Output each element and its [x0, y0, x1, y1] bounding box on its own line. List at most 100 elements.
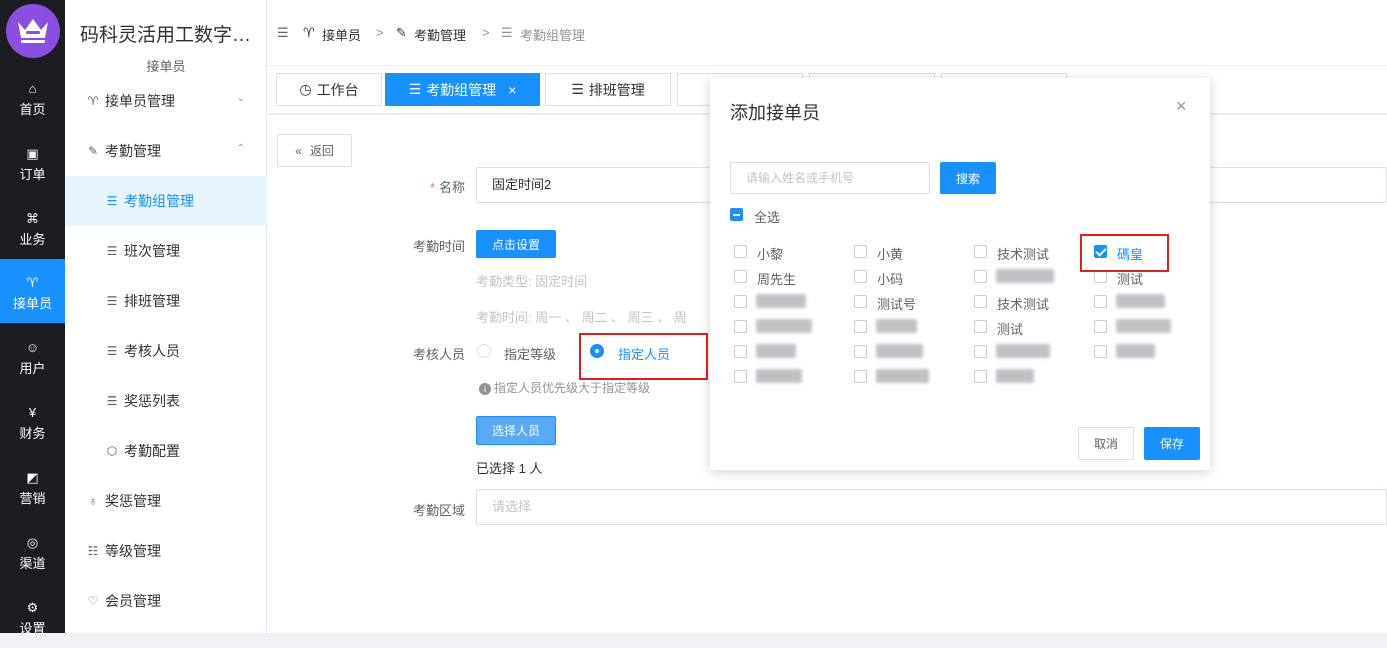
- user-icon: ☺: [25, 340, 40, 355]
- back-button[interactable]: « 返回: [277, 134, 352, 167]
- close-icon[interactable]: ×: [1176, 96, 1187, 117]
- required-mark: *: [429, 180, 435, 195]
- cancel-button[interactable]: 取消: [1078, 427, 1134, 460]
- blurred-name: [756, 319, 812, 333]
- menu-schedule-management[interactable]: ☰ 排班管理: [65, 276, 267, 326]
- rail-item-marketing[interactable]: ◩ 营销: [0, 454, 65, 518]
- person-checkbox[interactable]: [1094, 345, 1107, 358]
- area-select[interactable]: 请选择: [476, 489, 1387, 525]
- rail-item-finance[interactable]: ¥ 财务: [0, 389, 65, 453]
- rail-item-channel[interactable]: ◎ 渠道: [0, 519, 65, 583]
- blurred-name: [1116, 344, 1155, 358]
- select-all-label[interactable]: 全选: [754, 207, 780, 226]
- breadcrumb-item-attendance[interactable]: 考勤管理: [414, 25, 466, 44]
- person-label[interactable]: 测试: [997, 319, 1023, 338]
- person-checkbox[interactable]: [854, 320, 867, 333]
- menu-member-management[interactable]: ♡ 会员管理: [65, 576, 267, 626]
- person-checkbox[interactable]: [974, 295, 987, 308]
- person-checkbox[interactable]: [854, 370, 867, 383]
- rail-item-users[interactable]: ☺ 用户: [0, 324, 65, 388]
- person-checkbox[interactable]: [734, 345, 747, 358]
- tab-attendance-group[interactable]: ☰ 考勤组管理 ×: [385, 73, 540, 106]
- home-icon: ⌂: [28, 81, 37, 96]
- rail-label: 财务: [19, 426, 46, 441]
- blurred-name: [876, 319, 917, 333]
- label-text: 名称: [438, 180, 465, 195]
- list-icon: ☰: [408, 81, 422, 97]
- person-checkbox[interactable]: [974, 245, 987, 258]
- clock-icon: ◷: [299, 81, 312, 97]
- person-checkbox[interactable]: [974, 345, 987, 358]
- rail-label: 设置: [19, 621, 46, 636]
- tab-schedule[interactable]: ☰ 排班管理: [545, 73, 671, 106]
- person-checkbox[interactable]: [854, 295, 867, 308]
- rail-item-riders[interactable]: ♈ 接单员: [0, 259, 65, 323]
- save-button[interactable]: 保存: [1144, 427, 1200, 460]
- menu-reward-management[interactable]: ♁ 奖惩管理: [65, 476, 267, 526]
- search-button[interactable]: 搜索: [940, 162, 996, 194]
- list-icon: ☰: [106, 194, 118, 208]
- choose-staff-button[interactable]: 选择人员: [476, 416, 556, 445]
- menu-level-management[interactable]: ☷ 等级管理: [65, 526, 267, 576]
- area-label: 考勤区域: [412, 503, 465, 518]
- double-left-icon: «: [295, 143, 302, 158]
- person-checkbox[interactable]: [854, 270, 867, 283]
- person-checkbox[interactable]: [974, 320, 987, 333]
- breadcrumb-item-riders[interactable]: 接单员: [322, 25, 361, 44]
- person-checkbox[interactable]: [734, 295, 747, 308]
- rail-label: 业务: [19, 232, 46, 247]
- tab-dashboard[interactable]: ◷ 工作台: [276, 73, 382, 106]
- rail-item-business[interactable]: ⌘ 业务: [0, 195, 65, 259]
- rail-item-orders[interactable]: ▣ 订单: [0, 130, 65, 194]
- attendance-type-text: 考勤类型: 固定时间: [476, 274, 588, 289]
- blurred-name: [996, 269, 1054, 283]
- person-label[interactable]: 技术测试: [997, 244, 1049, 263]
- person-label[interactable]: 测试号: [877, 294, 916, 313]
- person-checkbox[interactable]: [974, 270, 987, 283]
- menu-shift-management[interactable]: ☰ 班次管理: [65, 226, 267, 276]
- close-icon[interactable]: ×: [508, 82, 516, 98]
- tab-label: 工作台: [316, 81, 359, 98]
- menu-attendance-group[interactable]: ☰ 考勤组管理: [65, 176, 267, 226]
- command-icon: ⌘: [26, 211, 39, 226]
- menu-label: 奖惩列表: [124, 393, 180, 409]
- attendance-days-text: 考勤时间: 周一 、 周二 、 周三 、 周: [476, 310, 687, 325]
- menu-label: 会员管理: [105, 593, 161, 609]
- person-label[interactable]: 小码: [877, 269, 903, 288]
- menu-attendance-management[interactable]: ✎ 考勤管理 ⌃: [65, 126, 267, 176]
- name-label: * 名称: [345, 177, 465, 196]
- app-logo[interactable]: [6, 4, 60, 58]
- person-checkbox[interactable]: [1094, 320, 1107, 333]
- menu-label: 班次管理: [124, 243, 180, 259]
- medal-icon: ♁: [88, 494, 98, 508]
- rail-label: 用户: [19, 361, 46, 376]
- back-label: 返回: [309, 144, 334, 158]
- chevron-down-icon: ⌄: [236, 93, 245, 104]
- person-checkbox[interactable]: [734, 320, 747, 333]
- person-label[interactable]: 小黄: [877, 244, 903, 263]
- radio-level-label[interactable]: 指定等级: [504, 344, 556, 363]
- person-label[interactable]: 技术测试: [997, 294, 1049, 313]
- set-time-button[interactable]: 点击设置: [476, 230, 556, 258]
- person-checkbox[interactable]: [734, 245, 747, 258]
- rail-label: 渠道: [19, 556, 46, 571]
- person-checkbox[interactable]: [734, 270, 747, 283]
- person-checkbox[interactable]: [1094, 295, 1107, 308]
- person-checkbox[interactable]: [974, 370, 987, 383]
- collapse-menu-icon[interactable]: ☰: [277, 25, 289, 41]
- person-checkbox[interactable]: [854, 345, 867, 358]
- person-checkbox[interactable]: [854, 245, 867, 258]
- rail-item-settings[interactable]: ⚙ 设置: [0, 584, 65, 648]
- person-checkbox[interactable]: [734, 370, 747, 383]
- search-input[interactable]: [730, 162, 930, 194]
- menu-reward-list[interactable]: ☰ 奖惩列表: [65, 376, 267, 426]
- radio-level[interactable]: [477, 344, 491, 358]
- menu-assessed-staff[interactable]: ☰ 考核人员: [65, 326, 267, 376]
- select-all-checkbox[interactable]: [730, 208, 743, 221]
- person-label[interactable]: 小黎: [757, 244, 783, 263]
- bike-icon: ♈: [87, 94, 99, 108]
- person-label[interactable]: 周先生: [757, 269, 796, 288]
- menu-rider-management[interactable]: ♈ 接单员管理 ⌄: [65, 76, 267, 126]
- rail-item-home[interactable]: ⌂ 首页: [0, 65, 65, 129]
- menu-attendance-config[interactable]: ⬡ 考勤配置: [65, 426, 267, 476]
